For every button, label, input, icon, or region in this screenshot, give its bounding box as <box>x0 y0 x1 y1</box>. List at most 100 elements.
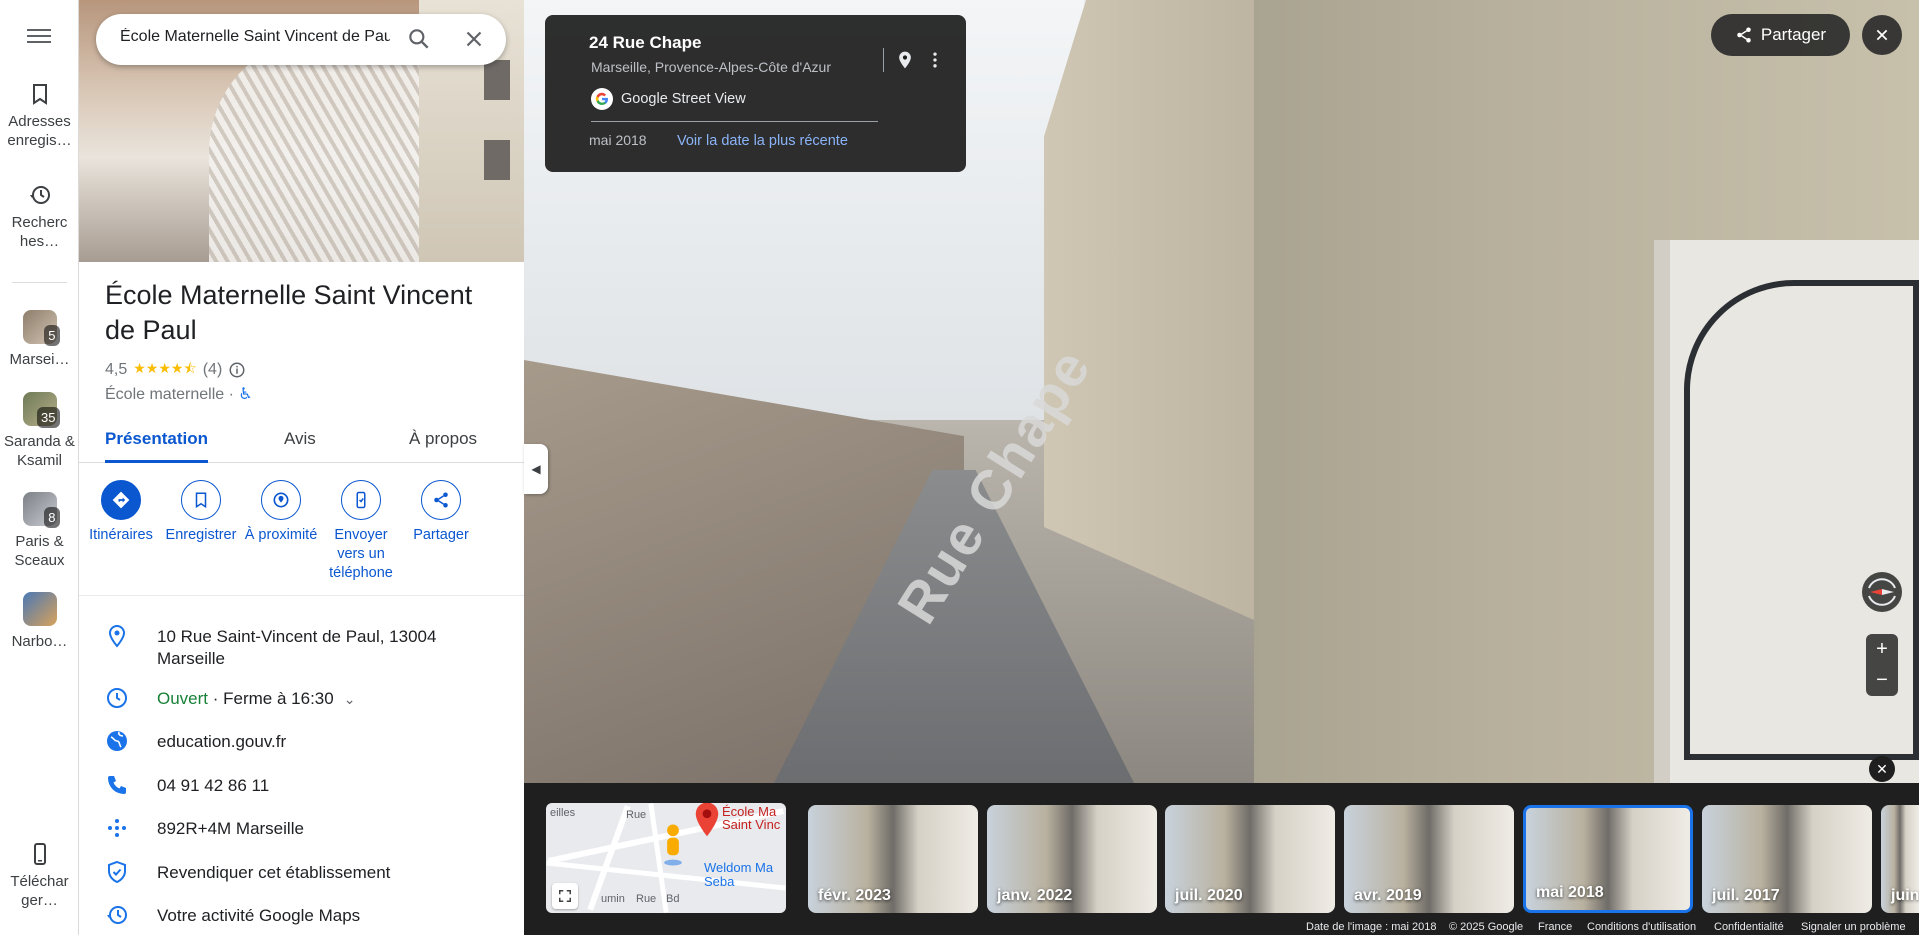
rail-history-label: Recherc hes… <box>11 214 68 250</box>
gate-pattern <box>209 40 419 262</box>
sv-source-label: Google Street View <box>621 91 746 107</box>
sv-share-button[interactable]: Partager <box>1711 14 1850 56</box>
timeline-thumb[interactable]: juin <box>1881 805 1919 913</box>
footer-report[interactable]: Signaler un problème <box>1801 921 1906 933</box>
mini-map[interactable]: eilles Rue Rue Bd umin École Ma Saint Vi… <box>546 803 786 913</box>
directions-button[interactable]: Itinéraires <box>81 480 161 545</box>
compass-icon[interactable] <box>1862 572 1902 612</box>
phone-row[interactable]: 04 91 42 86 11 <box>79 773 524 803</box>
close-timeline-icon[interactable]: ✕ <box>1869 756 1895 782</box>
star-rating-icon: ★★★★⯪ <box>133 360 197 376</box>
search-box <box>96 14 506 65</box>
rail-download[interactable]: Téléchar ger… <box>0 842 79 910</box>
send-to-phone-label: Envoyer vers un téléphone <box>329 527 393 581</box>
footer-terms[interactable]: Conditions d'utilisation <box>1587 921 1696 933</box>
place-title: École Maternelle Saint Vincent de Paul <box>105 280 473 345</box>
expand-icon[interactable] <box>552 883 578 909</box>
phone-icon <box>33 843 46 865</box>
activity-row[interactable]: Votre activité Google Maps <box>79 903 524 933</box>
phone-icon <box>108 776 126 794</box>
rail-saved-label: Adresses enregis… <box>7 113 72 149</box>
nearby-label: À proximité <box>244 527 318 543</box>
nearby-button[interactable]: À proximité <box>241 480 321 545</box>
timeline-thumb[interactable]: janv. 2022 <box>987 805 1157 913</box>
timeline-thumb-selected[interactable]: mai 2018 <box>1523 805 1693 913</box>
footer-country[interactable]: France <box>1538 921 1572 933</box>
address-row[interactable]: 10 Rue Saint-Vincent de Paul, 13004 Mars… <box>79 624 524 670</box>
sv-source: Google Street View <box>591 88 746 110</box>
map-poi2-label: Weldom Ma Seba <box>704 860 774 889</box>
search-input[interactable] <box>120 28 390 46</box>
timeline-thumb[interactable]: juil. 2020 <box>1165 805 1335 913</box>
rail-list-label: Marsei… <box>9 351 70 368</box>
review-count[interactable]: (4) <box>203 361 223 379</box>
rail-list-paris[interactable]: 8 Paris & Sceaux <box>0 492 79 570</box>
map-poi-label: École Ma Saint Vinc <box>722 804 781 832</box>
rail-list-marseille[interactable]: 5 Marsei… <box>0 310 79 369</box>
list-thumbnail <box>22 592 57 626</box>
timeline-thumb[interactable]: juil. 2017 <box>1702 805 1872 913</box>
map-street-label: Rue <box>626 809 647 821</box>
list-thumbnail: 35 <box>22 392 60 428</box>
zoom-controls: + − <box>1866 634 1898 696</box>
middle-building <box>1044 0 1254 620</box>
website-row[interactable]: education.gouv.fr <box>79 729 524 759</box>
plus-code-row[interactable]: 892R+4M Marseille <box>79 816 524 846</box>
place-tabs: Présentation Avis À propos <box>79 423 524 463</box>
divider <box>883 48 884 72</box>
claim-row[interactable]: Revendiquer cet établissement <box>79 860 524 890</box>
zoom-in-icon[interactable]: + <box>1866 634 1898 665</box>
share-button[interactable]: Partager <box>401 480 481 545</box>
rail-list-label: Saranda & Ksamil <box>4 433 75 469</box>
chevron-down-icon[interactable]: ⌄ <box>344 688 356 710</box>
footer-image-date: Date de l'image : mai 2018 <box>1306 921 1437 933</box>
zoom-out-icon[interactable]: − <box>1866 665 1898 696</box>
footer-copyright: © 2025 Google <box>1449 921 1524 933</box>
menu-icon[interactable] <box>24 26 54 50</box>
map-footer: Date de l'image : mai 2018 © 2025 Google… <box>524 918 1919 935</box>
tab-reviews[interactable]: Avis <box>284 429 316 463</box>
address-text: 10 Rue Saint-Vincent de Paul, 13004 Mars… <box>157 627 437 668</box>
more-vert-icon[interactable] <box>925 49 945 71</box>
rail-list-saranda[interactable]: 35 Saranda & Ksamil <box>0 392 79 470</box>
tab-presentation[interactable]: Présentation <box>105 429 208 463</box>
bookmark-icon <box>181 480 221 520</box>
timeline-thumb[interactable]: févr. 2023 <box>808 805 978 913</box>
sv-recent-link[interactable]: Voir la date la plus récente <box>677 133 848 149</box>
globe-icon <box>107 731 127 751</box>
share-icon <box>421 480 461 520</box>
bookmark-icon <box>32 84 47 105</box>
collapse-panel-button[interactable]: ◀ <box>524 444 548 494</box>
tab-about[interactable]: À propos <box>409 429 477 463</box>
rail-saved[interactable]: Adresses enregis… <box>0 82 79 150</box>
search-icon[interactable] <box>406 26 432 52</box>
sv-street: 24 Rue Chape <box>589 33 702 52</box>
rail-history[interactable]: Recherc hes… <box>0 183 79 251</box>
rail-divider <box>12 282 67 283</box>
hours-detail: · Ferme à 16:30 <box>208 689 334 708</box>
rail-list-narbonne[interactable]: Narbo… <box>0 592 79 651</box>
rail-list-label: Paris & Sceaux <box>14 533 65 569</box>
history-icon <box>29 186 50 204</box>
close-icon[interactable] <box>461 26 487 52</box>
send-to-phone-button[interactable]: Envoyer vers un téléphone <box>321 480 401 583</box>
location-pin-icon <box>108 624 126 648</box>
timeline-thumb[interactable]: avr. 2019 <box>1344 805 1514 913</box>
list-count: 8 <box>44 507 60 528</box>
info-icon[interactable] <box>228 361 246 379</box>
directions-icon <box>101 480 141 520</box>
save-button[interactable]: Enregistrer <box>161 480 241 545</box>
pegman-icon <box>664 824 682 866</box>
location-pin-icon[interactable] <box>895 49 915 71</box>
sv-close-button[interactable] <box>1862 15 1902 55</box>
action-buttons: Itinéraires Enregistrer À proximité Envo… <box>79 478 524 596</box>
category-row: École maternelle · ♿ <box>105 384 253 404</box>
save-label: Enregistrer <box>165 527 237 543</box>
hours-row[interactable]: Ouvert · Ferme à 16:30 ⌄ <box>79 686 524 716</box>
share-icon <box>1737 27 1751 43</box>
rating-row: 4,5 ★★★★⯪ (4) <box>105 358 246 382</box>
timeline-date: mai 2018 <box>1536 884 1604 901</box>
category-label[interactable]: École maternelle <box>105 386 224 403</box>
map-street-label: eilles <box>550 807 576 819</box>
footer-privacy[interactable]: Confidentialité <box>1714 921 1784 933</box>
